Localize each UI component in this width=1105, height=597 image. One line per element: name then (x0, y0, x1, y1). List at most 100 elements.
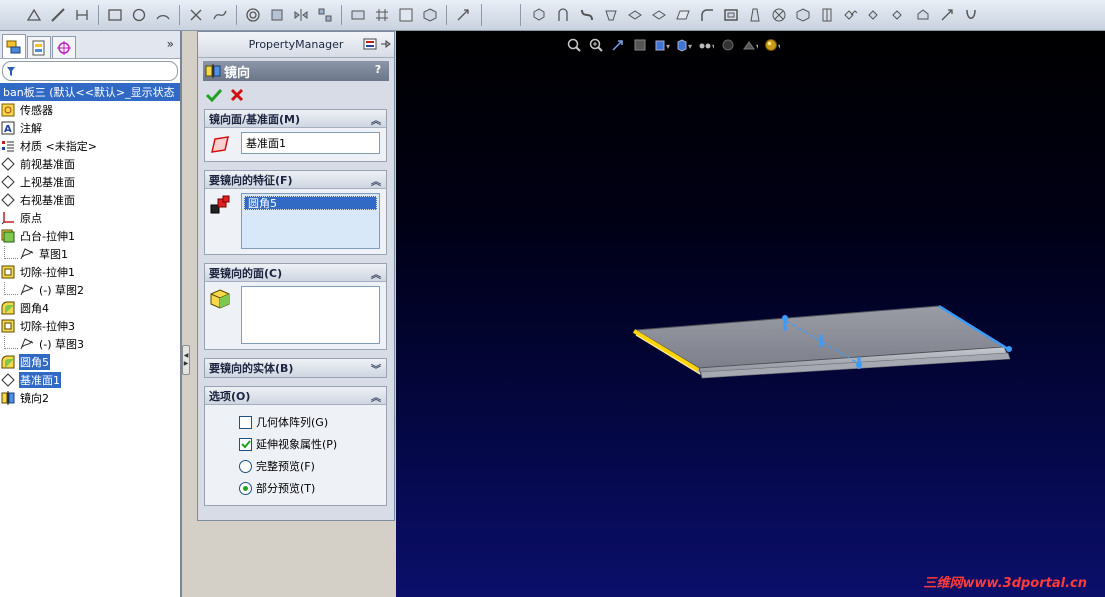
draft-icon[interactable] (746, 6, 764, 24)
tree-item-9[interactable]: 切除-拉伸1 (0, 263, 180, 281)
block-icon[interactable] (397, 6, 415, 24)
group-faces-header[interactable]: 要镜向的面(C) ︽ (205, 264, 386, 282)
full-preview-option[interactable]: 完整预览(F) (239, 455, 386, 477)
chevron-up-double-icon[interactable]: ︽ (371, 266, 381, 281)
quick-snaps-icon[interactable] (454, 6, 472, 24)
trim-icon[interactable] (187, 6, 205, 24)
tree-item-label: 右视基准面 (20, 194, 75, 207)
spline-icon[interactable] (211, 6, 229, 24)
shell-icon[interactable] (722, 6, 740, 24)
chevron-up-double-icon[interactable]: ︽ (371, 112, 381, 127)
group-options-header[interactable]: 选项(O) ︽ (205, 387, 386, 405)
loft-icon[interactable] (602, 6, 620, 24)
tree-item-14[interactable]: 圆角5 (0, 353, 180, 371)
tree-item-2[interactable]: 材质 <未指定> (0, 137, 180, 155)
propagate-visual-label: 延伸视象属性(P) (256, 438, 338, 451)
arc-icon[interactable] (154, 6, 172, 24)
tab-configuration-manager[interactable] (52, 36, 76, 58)
tree-item-8[interactable]: 草图1 (0, 245, 180, 263)
tree-filter-input[interactable] (2, 61, 178, 81)
tree-item-7[interactable]: 凸台-拉伸1 (0, 227, 180, 245)
tree-item-label: 切除-拉伸3 (20, 320, 75, 333)
offset-icon[interactable] (244, 6, 262, 24)
pin-icon[interactable] (379, 38, 391, 50)
cube-icon[interactable] (421, 6, 439, 24)
ok-check-icon[interactable] (206, 88, 222, 102)
partial-preview-radio[interactable] (239, 481, 252, 495)
features-listbox[interactable]: 圆角5 (241, 193, 380, 249)
hole-icon[interactable] (770, 6, 788, 24)
dimension-icon[interactable] (73, 6, 91, 24)
tab-feature-manager[interactable] (2, 34, 26, 58)
mirror-tool-icon[interactable] (890, 6, 908, 24)
relations-icon[interactable] (349, 6, 367, 24)
reference-icon[interactable] (938, 6, 956, 24)
tab-property-manager[interactable] (27, 36, 51, 58)
tree-item-4[interactable]: 上视基准面 (0, 173, 180, 191)
curves-icon[interactable] (962, 6, 980, 24)
tree-root-part[interactable]: ban板三 (默认<<默认>_显示状态 (0, 83, 180, 101)
tree-item-1[interactable]: A 注解 (0, 119, 180, 137)
tree-item-15[interactable]: 基准面1 (0, 371, 180, 389)
pattern-icon[interactable] (316, 6, 334, 24)
help-button[interactable]: ? (371, 63, 385, 78)
model-plate[interactable] (396, 31, 1105, 597)
origin-icon (0, 210, 16, 226)
tree-item-label: 镜向2 (20, 392, 49, 405)
grid-icon[interactable] (373, 6, 391, 24)
cut-extrude-icon[interactable] (626, 6, 644, 24)
group-mirror-plane-header[interactable]: 镜向面/基准面(M) ︽ (205, 110, 386, 128)
main-toolbar (0, 0, 1105, 31)
plane-tool-icon[interactable] (674, 6, 692, 24)
circle-icon[interactable] (130, 6, 148, 24)
plane-handle-top[interactable] (782, 315, 788, 321)
sketch-icon[interactable] (25, 6, 43, 24)
tree-item-12[interactable]: 切除-拉伸3 (0, 317, 180, 335)
tree-item-13[interactable]: (-) 草图3 (0, 335, 180, 353)
graphics-viewport[interactable]: ▾ ▾ ▾ ▾ ▾ (396, 31, 1105, 597)
preview-edge-handle[interactable] (1006, 346, 1012, 352)
features-list-item[interactable]: 圆角5 (244, 196, 377, 210)
mirror-plane-field[interactable]: 基准面1 (241, 132, 380, 154)
tree-item-label: 材质 <未指定> (20, 140, 97, 153)
propagate-visual-option[interactable]: 延伸视象属性(P) (239, 433, 386, 455)
rectangle-icon[interactable] (106, 6, 124, 24)
cancel-x-icon[interactable] (230, 88, 244, 102)
sweep-icon[interactable] (578, 6, 596, 24)
tree-item-0[interactable]: 传感器 (0, 101, 180, 119)
fillet-tool-icon[interactable] (698, 6, 716, 24)
dome-icon[interactable] (914, 6, 932, 24)
tree-item-5[interactable]: 右视基准面 (0, 191, 180, 209)
line-icon[interactable] (49, 6, 67, 24)
tree-item-16[interactable]: 镜向2 (0, 389, 180, 407)
propagate-visual-checkbox[interactable] (239, 437, 252, 451)
tree-item-3[interactable]: 前视基准面 (0, 155, 180, 173)
geometry-pattern-option[interactable]: 几何体阵列(G) (239, 411, 386, 433)
partial-preview-option[interactable]: 部分预览(T) (239, 477, 386, 499)
full-preview-radio[interactable] (239, 459, 252, 473)
revolve-icon[interactable] (554, 6, 572, 24)
cut-revolve-icon[interactable] (650, 6, 668, 24)
mirror-plane-value: 基准面1 (246, 137, 286, 150)
chevron-down-double-icon[interactable]: ︾ (371, 361, 381, 376)
panel-splitter-handle[interactable]: ◀ ▶ (182, 345, 190, 375)
linear-pattern-icon[interactable] (842, 6, 860, 24)
group-bodies-header[interactable]: 要镜向的实体(B) ︾ (205, 359, 386, 377)
rib-icon[interactable] (794, 6, 812, 24)
boss-extrude-icon[interactable] (530, 6, 548, 24)
chevron-up-double-icon[interactable]: ︽ (371, 173, 381, 188)
group-features-header[interactable]: 要镜向的特征(F) ︽ (205, 171, 386, 189)
tree-item-11[interactable]: 圆角4 (0, 299, 180, 317)
convert-icon[interactable] (268, 6, 286, 24)
wrap-icon[interactable] (818, 6, 836, 24)
chevron-right-double-icon[interactable]: » (167, 37, 174, 51)
tree-item-6[interactable]: 原点 (0, 209, 180, 227)
chevron-up-double-icon[interactable]: ︽ (371, 389, 381, 404)
tree-item-10[interactable]: (-) 草图2 (0, 281, 180, 299)
plane-handle-bottom[interactable] (856, 362, 862, 368)
circular-pattern-icon[interactable] (866, 6, 884, 24)
detach-icon[interactable] (363, 38, 377, 50)
geometry-pattern-checkbox[interactable] (239, 415, 252, 429)
mirror-sketch-icon[interactable] (292, 6, 310, 24)
faces-listbox[interactable] (241, 286, 380, 344)
